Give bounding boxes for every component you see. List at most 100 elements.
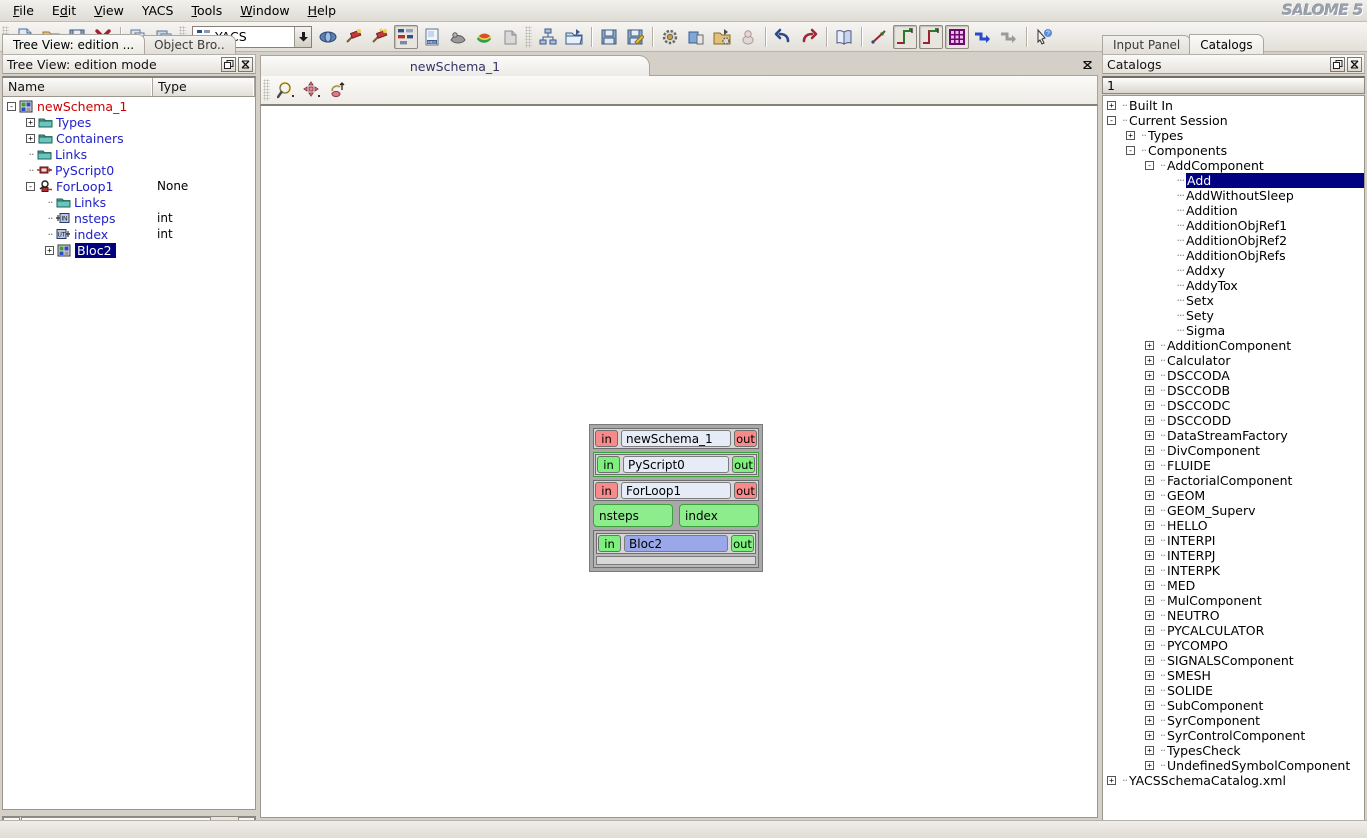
catalog-row[interactable]: ··· AdditionObjRef2	[1103, 233, 1364, 248]
tree-row[interactable]: ·· Links	[3, 146, 255, 162]
expand-icon[interactable]: +	[1145, 581, 1154, 590]
menu-help[interactable]: Help	[299, 1, 346, 20]
catalog-row[interactable]: + ·· MED	[1103, 578, 1364, 593]
orthogonal-link-button[interactable]	[893, 24, 917, 49]
catalog-row[interactable]: + ·· GEOM	[1103, 488, 1364, 503]
grid-button[interactable]	[945, 24, 969, 49]
catalog-row[interactable]: ··· Setx	[1103, 293, 1364, 308]
pyscript-out-port[interactable]: out	[732, 456, 755, 473]
catalog-row[interactable]: + ·· SIGNALSComponent	[1103, 653, 1364, 668]
pyscript-node-header[interactable]: in PyScript0 out	[595, 454, 757, 475]
tree-row[interactable]: + Containers	[3, 130, 255, 146]
tab-object-browser[interactable]: Object Bro..	[143, 35, 236, 54]
undock-button[interactable]	[221, 56, 236, 72]
bloc2-node[interactable]: in Bloc2 out	[593, 530, 759, 568]
expand-icon[interactable]: +	[1145, 596, 1154, 605]
catalog-row[interactable]: + ·· SubComponent	[1103, 698, 1364, 713]
tree-row[interactable]: + Types	[3, 114, 255, 130]
tree-row[interactable]: ·· PyScript0	[3, 162, 255, 178]
expand-icon[interactable]: +	[1145, 371, 1154, 380]
expand-icon[interactable]: +	[1145, 611, 1154, 620]
expand-icon[interactable]: +	[1145, 521, 1154, 530]
arrange-nodes2-button[interactable]	[997, 25, 1021, 49]
catalog-row[interactable]: + ·· PYCALCULATOR	[1103, 623, 1364, 638]
catalog-row[interactable]: + ·· INTERPJ	[1103, 548, 1364, 563]
book-catalog-button[interactable]	[832, 25, 856, 49]
catalog-selector-combo[interactable]: 1	[1102, 76, 1365, 94]
forloop-node-label[interactable]: ForLoop1	[621, 482, 731, 499]
catalog-row[interactable]: - ·· AddComponent	[1103, 158, 1364, 173]
root-node-header[interactable]: in newSchema_1 out	[593, 428, 759, 449]
schema-root-node[interactable]: in newSchema_1 out in PyScript0 out in F…	[589, 424, 763, 572]
expand-icon[interactable]: +	[1126, 131, 1135, 140]
expand-icon[interactable]: +	[1145, 386, 1154, 395]
column-header-type[interactable]: Type	[153, 78, 255, 96]
med-module-button[interactable]: MED	[420, 25, 444, 49]
expand-icon[interactable]: +	[1145, 491, 1154, 500]
batch-button[interactable]	[736, 25, 760, 49]
collapse-icon[interactable]: -	[7, 101, 16, 111]
catalog-row[interactable]: + ·· INTERPK	[1103, 563, 1364, 578]
expand-icon[interactable]: +	[1145, 401, 1154, 410]
expand-icon[interactable]: +	[1145, 626, 1154, 635]
expand-icon[interactable]: +	[1145, 461, 1154, 470]
zoom-tool-button[interactable]	[274, 78, 298, 102]
expand-icon[interactable]: +	[1145, 716, 1154, 725]
tree-row[interactable]: ·· IN nsteps int	[3, 210, 255, 226]
root-in-port[interactable]: in	[595, 430, 618, 447]
catalog-row[interactable]: + ·· DSCCODA	[1103, 368, 1364, 383]
tab-input-panel[interactable]: Input Panel	[1102, 35, 1192, 54]
root-node-label[interactable]: newSchema_1	[621, 430, 731, 447]
expand-icon[interactable]: +	[1145, 656, 1154, 665]
straight-link-button[interactable]	[867, 25, 891, 49]
expand-icon[interactable]: +	[1145, 671, 1154, 680]
catalog-row[interactable]: + ·· SMESH	[1103, 668, 1364, 683]
forloop-in-port[interactable]: in	[595, 482, 618, 499]
expand-icon[interactable]: +	[1145, 356, 1154, 365]
bloc2-node-label[interactable]: Bloc2	[624, 535, 728, 552]
rotate-tool-button[interactable]	[326, 78, 350, 102]
collapse-icon[interactable]: -	[1126, 146, 1135, 155]
catalog-row[interactable]: + ·· SyrControlComponent	[1103, 728, 1364, 743]
bloc2-node-header[interactable]: in Bloc2 out	[596, 533, 756, 554]
catalog-row[interactable]: + ·· TypesCheck	[1103, 743, 1364, 758]
preferences-button[interactable]	[658, 25, 682, 49]
new-schema-button[interactable]	[536, 25, 560, 49]
catalog-row[interactable]: + ·· FactorialComponent	[1103, 473, 1364, 488]
catalog-row[interactable]: + ·· SOLIDE	[1103, 683, 1364, 698]
catalog-row[interactable]: + ·· MulComponent	[1103, 593, 1364, 608]
tree-row[interactable]: - ForLoop1 None	[3, 178, 255, 194]
catalog-row[interactable]: + ·· Built In	[1103, 98, 1364, 113]
geometry-module-button[interactable]	[316, 25, 340, 49]
catalog-row[interactable]: - ·· Components	[1103, 143, 1364, 158]
mesh-pin-button[interactable]	[342, 25, 366, 49]
collapse-icon[interactable]: -	[1107, 116, 1116, 125]
close-panel-button[interactable]	[1347, 56, 1362, 72]
pyscript-in-port[interactable]: in	[597, 456, 620, 473]
expand-icon[interactable]: +	[1145, 416, 1154, 425]
expand-icon[interactable]: +	[45, 245, 54, 255]
catalog-row[interactable]: + ·· YACSSchemaCatalog.xml	[1103, 773, 1364, 788]
menu-window[interactable]: Window	[231, 1, 298, 20]
catalog-row[interactable]: ··· Sigma	[1103, 323, 1364, 338]
chevron-down-icon[interactable]	[294, 26, 311, 47]
save-schema-button[interactable]	[597, 25, 621, 49]
root-out-port[interactable]: out	[734, 430, 757, 447]
expand-icon[interactable]: +	[1145, 551, 1154, 560]
expand-icon[interactable]: +	[1145, 731, 1154, 740]
arrange-nodes-button[interactable]	[971, 25, 995, 49]
catalog-row[interactable]: + ·· DSCCODB	[1103, 383, 1364, 398]
catalog-row[interactable]: ··· AddyTox	[1103, 278, 1364, 293]
forloop-out-port[interactable]: out	[734, 482, 757, 499]
catalog-row[interactable]: + ·· GEOM_Superv	[1103, 503, 1364, 518]
tree-row[interactable]: - newSchema_1	[3, 98, 255, 114]
catalog-row[interactable]: + ·· UndefinedSymbolComponent	[1103, 758, 1364, 773]
view-toolbar-grip[interactable]	[263, 79, 270, 101]
expand-icon[interactable]: +	[1145, 431, 1154, 440]
catalog-row[interactable]: + ·· FLUIDE	[1103, 458, 1364, 473]
forloop-index-port[interactable]: index	[679, 504, 759, 527]
catalog-row[interactable]: + ·· INTERPI	[1103, 533, 1364, 548]
catalog-row[interactable]: ··· Sety	[1103, 308, 1364, 323]
mesh-pin2-button[interactable]	[368, 25, 392, 49]
catalog-row[interactable]: - ·· Current Session	[1103, 113, 1364, 128]
